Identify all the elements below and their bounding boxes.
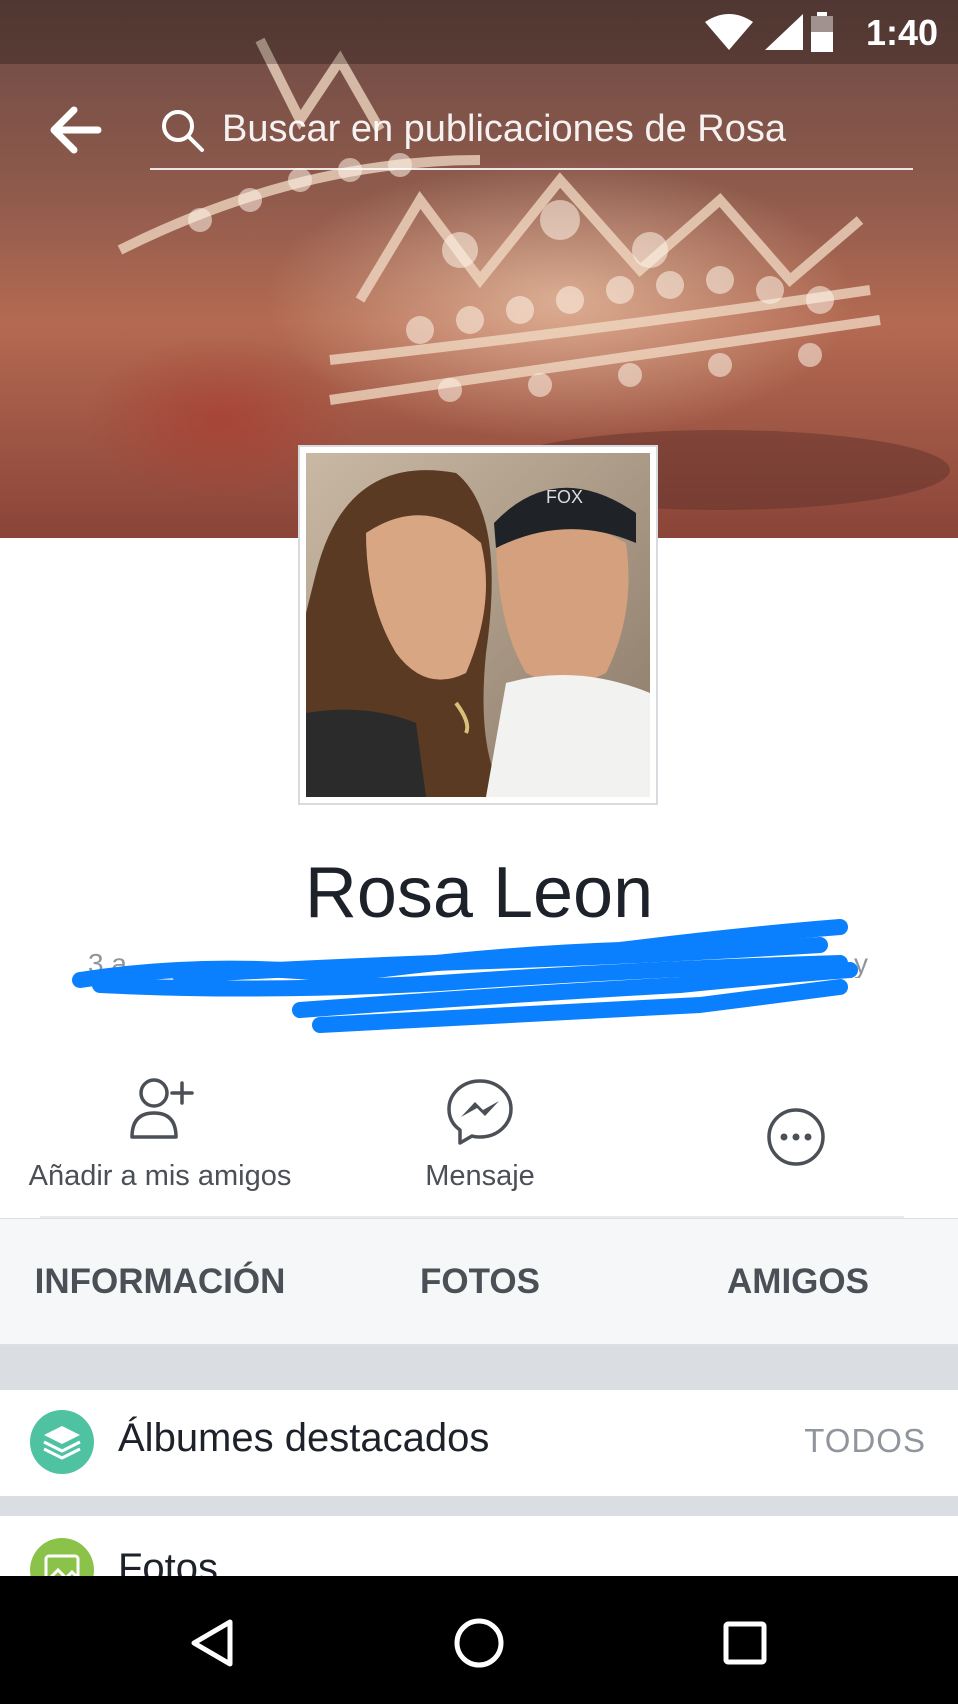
back-arrow-icon bbox=[50, 106, 102, 154]
battery-icon bbox=[811, 12, 833, 52]
search-input[interactable] bbox=[222, 92, 902, 166]
albums-icon bbox=[30, 1410, 94, 1474]
messenger-icon bbox=[447, 1079, 513, 1145]
profile-photo: FOX bbox=[306, 453, 650, 797]
more-options-icon bbox=[767, 1108, 825, 1166]
profile-photo-frame[interactable]: FOX bbox=[298, 445, 658, 805]
nav-back-icon[interactable] bbox=[178, 1608, 248, 1678]
profile-photo-image: FOX bbox=[306, 453, 650, 797]
wifi-icon bbox=[705, 14, 753, 50]
photos-title: Fotos bbox=[118, 1546, 219, 1576]
cap-logo-text: FOX bbox=[546, 487, 583, 507]
tab-information[interactable]: INFORMACIÓN bbox=[10, 1219, 310, 1345]
search-icon bbox=[162, 110, 204, 152]
tab-photos[interactable]: FOTOS bbox=[330, 1219, 630, 1345]
section-separator bbox=[0, 1346, 958, 1390]
message-label: Mensaje bbox=[425, 1160, 535, 1192]
profile-tabs: INFORMACIÓN FOTOS AMIGOS bbox=[0, 1218, 958, 1346]
status-bar: 1:40 bbox=[0, 0, 958, 64]
cell-signal-icon bbox=[765, 14, 803, 50]
see-all-albums-link[interactable]: TODOS bbox=[804, 1422, 926, 1460]
photos-icon bbox=[30, 1538, 94, 1576]
nav-recents-icon[interactable] bbox=[710, 1608, 780, 1678]
nav-home-icon[interactable] bbox=[444, 1608, 514, 1678]
featured-albums-section[interactable]: Álbumes destacados TODOS bbox=[0, 1390, 958, 1496]
add-friend-button[interactable]: Añadir a mis amigos bbox=[20, 1075, 300, 1200]
navigation-bar bbox=[0, 1576, 958, 1704]
photos-section[interactable]: Fotos bbox=[0, 1516, 958, 1576]
add-friend-icon bbox=[130, 1078, 194, 1139]
section-separator bbox=[0, 1496, 958, 1516]
status-time: 1:40 bbox=[865, 12, 938, 53]
search-bar[interactable] bbox=[150, 92, 913, 170]
featured-albums-title: Álbumes destacados bbox=[118, 1416, 490, 1460]
back-button[interactable] bbox=[40, 100, 110, 160]
add-friend-label: Añadir a mis amigos bbox=[28, 1160, 292, 1192]
redaction-scribble bbox=[72, 919, 858, 1033]
message-button[interactable]: Mensaje bbox=[340, 1075, 620, 1200]
more-options-button[interactable] bbox=[658, 1075, 938, 1200]
tab-friends[interactable]: AMIGOS bbox=[648, 1219, 948, 1345]
